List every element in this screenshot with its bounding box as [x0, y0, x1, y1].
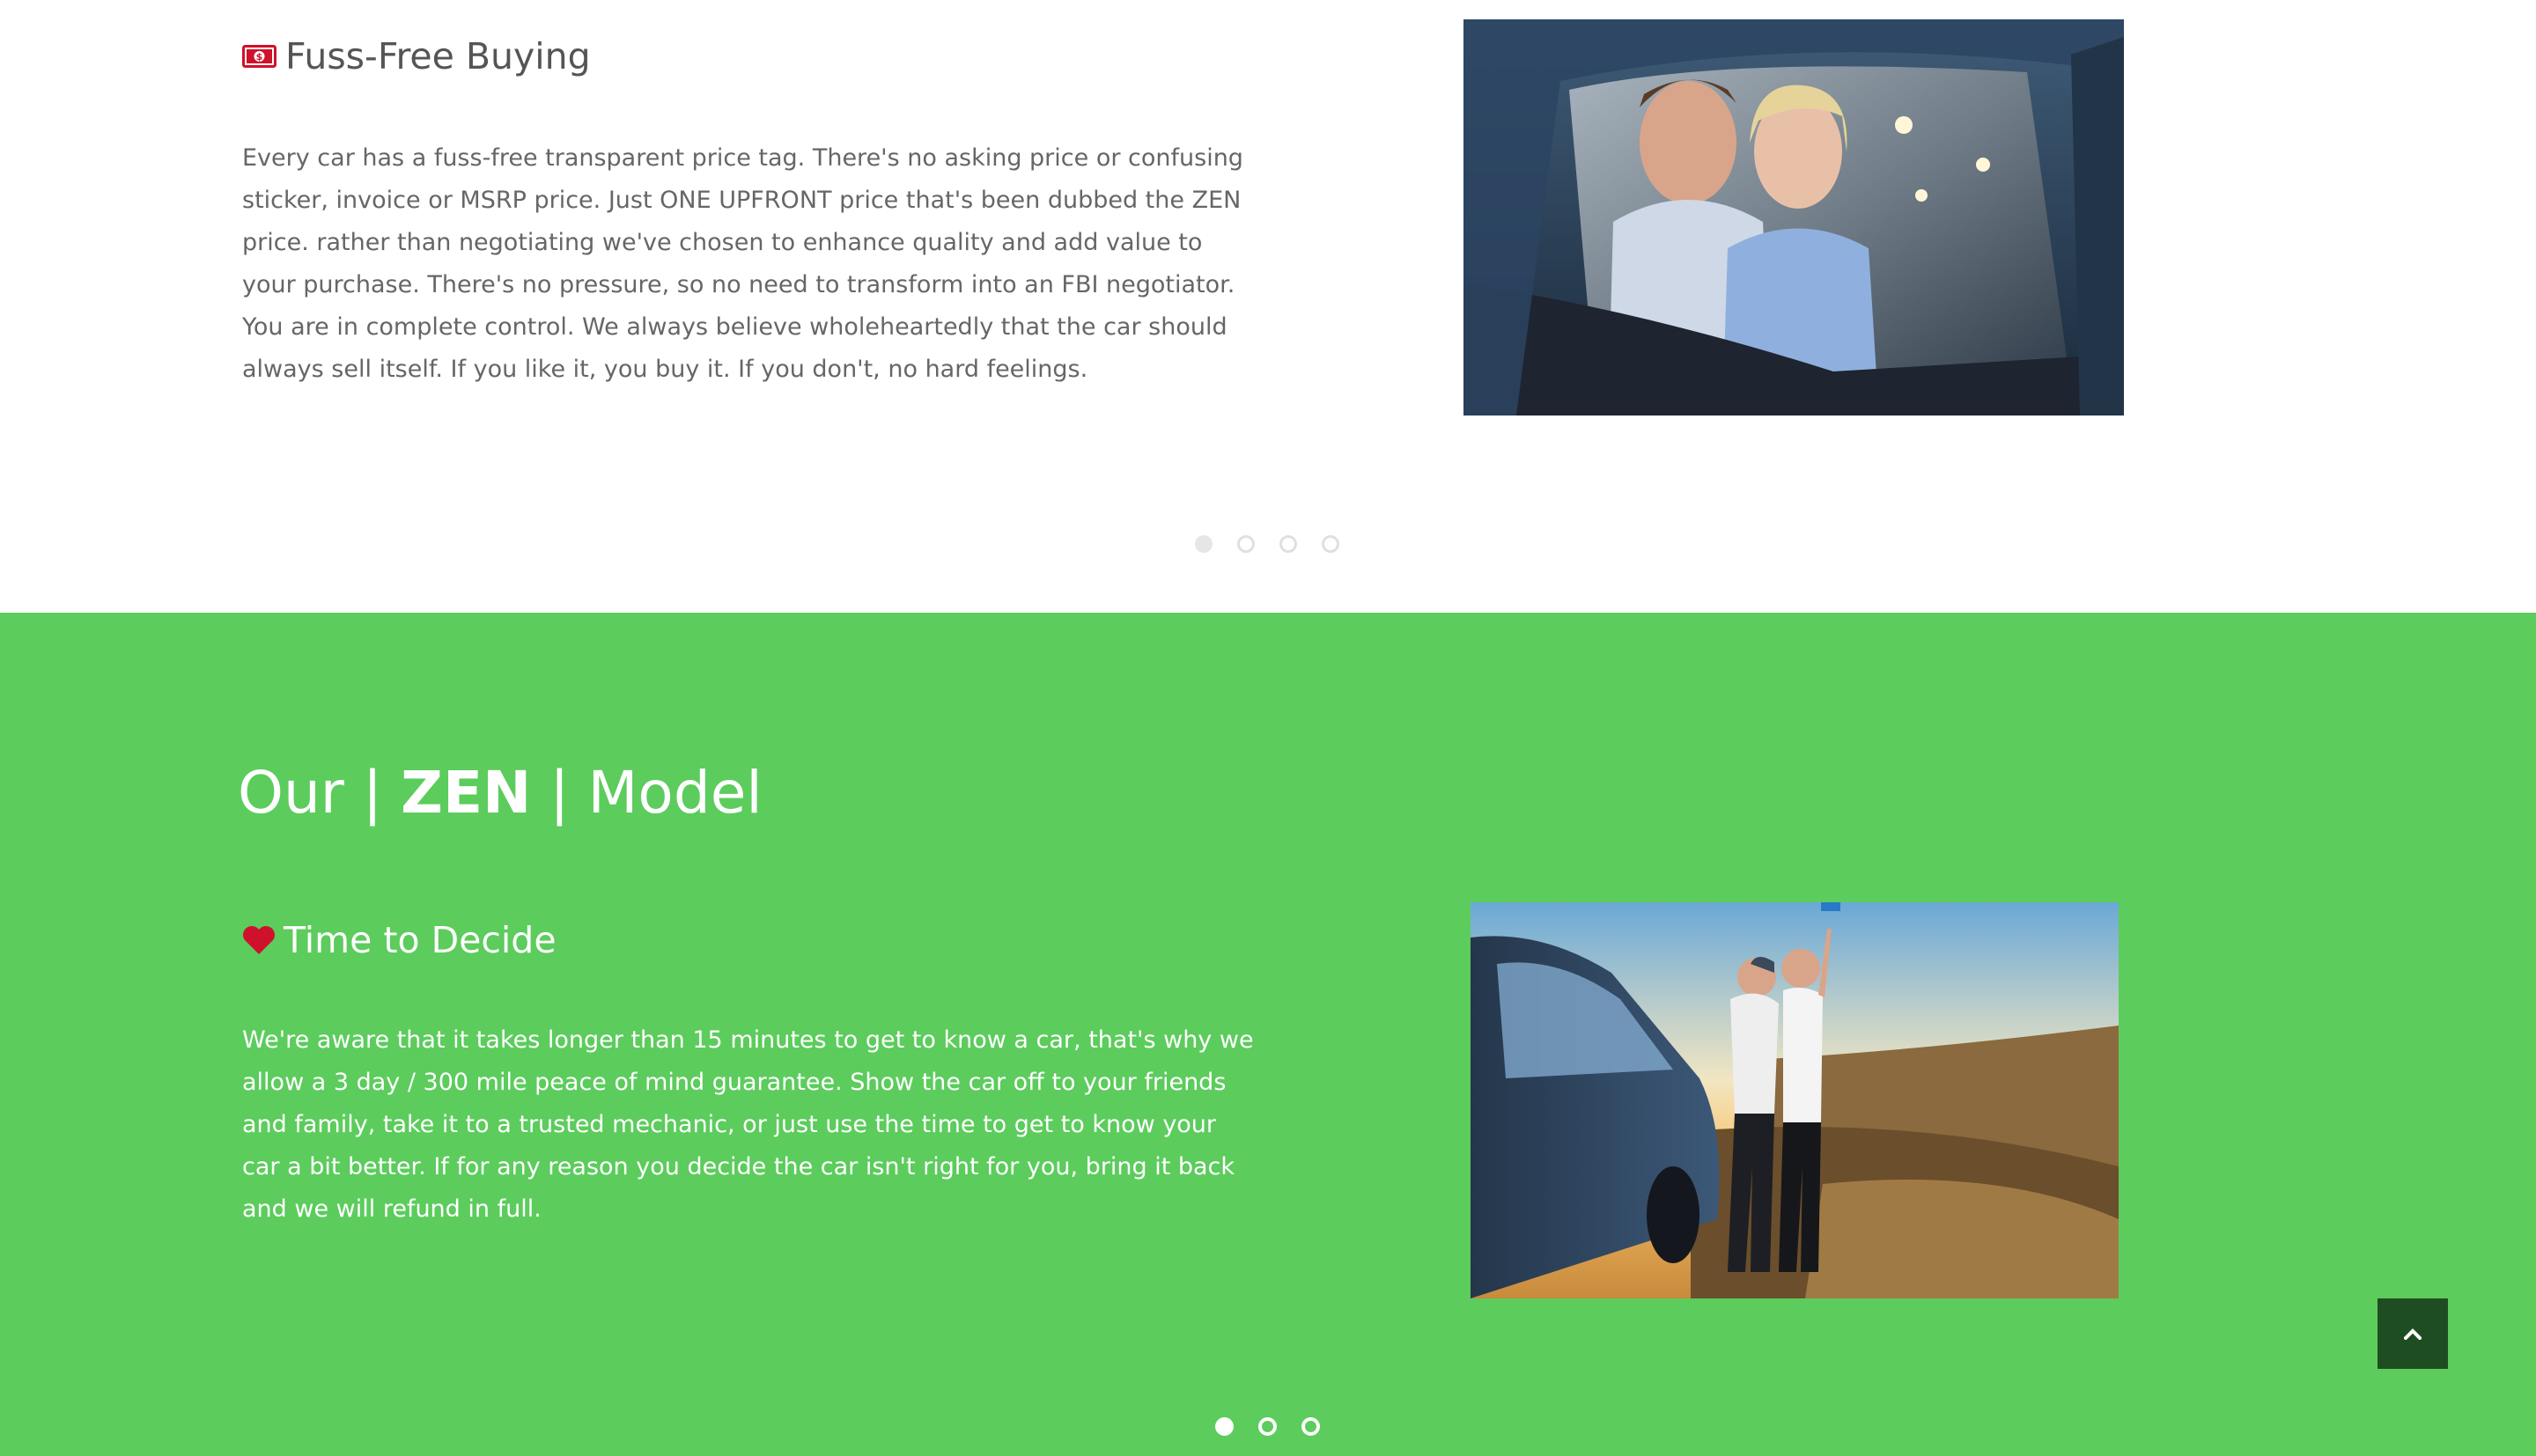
couple-selfie-by-car-photo [1471, 902, 2119, 1298]
couple-at-car-window-photo [1463, 19, 2124, 415]
fuss-free-heading-text: Fuss-Free Buying [285, 35, 591, 77]
zen-carousel-dots [1215, 1417, 1320, 1436]
zen-title-part2: | Model [531, 759, 763, 827]
carousel-dot-3[interactable] [1279, 535, 1297, 553]
zen-model-title: Our | ZEN | Model [238, 759, 763, 827]
fuss-free-section: $ Fuss-Free Buying Every car has a fuss-… [0, 0, 2536, 613]
carousel-dot-1[interactable] [1195, 535, 1213, 553]
carousel-dot-4[interactable] [1322, 535, 1339, 553]
back-to-top-button[interactable] [2378, 1298, 2448, 1369]
carousel-dot-1[interactable] [1215, 1417, 1234, 1436]
heart-icon [243, 926, 275, 954]
carousel-dot-2[interactable] [1237, 535, 1255, 553]
zen-model-section: Our | ZEN | Model Time to Decide We're a… [0, 613, 2536, 1456]
carousel-dot-2[interactable] [1258, 1417, 1277, 1436]
zen-title-bold: ZEN [401, 759, 532, 827]
time-to-decide-paragraph: We're aware that it takes longer than 15… [242, 1026, 1254, 1223]
time-to-decide-heading: Time to Decide [242, 916, 557, 965]
svg-text:$: $ [256, 51, 263, 63]
fuss-free-carousel-dots [1195, 535, 1339, 553]
fuss-free-heading: $ Fuss-Free Buying [242, 32, 591, 81]
fuss-free-paragraph: Every car has a fuss-free transparent pr… [242, 144, 1243, 383]
chevron-up-icon [2404, 1328, 2422, 1340]
time-to-decide-heading-text: Time to Decide [284, 919, 557, 961]
carousel-dot-3[interactable] [1301, 1417, 1320, 1436]
zen-title-part1: Our | [238, 759, 402, 827]
money-bill-icon: $ [242, 45, 276, 68]
